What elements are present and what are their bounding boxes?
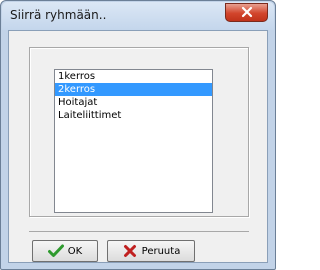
window-title: Siirrä ryhmään.. xyxy=(10,8,107,22)
close-icon xyxy=(241,3,253,22)
dialog-window: Siirrä ryhmään.. 1kerros 2kerros Hoitaja… xyxy=(0,0,276,270)
cancel-button-label: Peruuta xyxy=(141,245,181,257)
button-panel: OK Peruuta xyxy=(29,231,249,262)
checkmark-icon xyxy=(47,243,64,259)
group-listbox[interactable]: 1kerros 2kerros Hoitajat Laiteliittimet xyxy=(54,69,213,213)
ok-button[interactable]: OK xyxy=(32,240,98,262)
list-item-laiteliittimet[interactable]: Laiteliittimet xyxy=(55,109,212,122)
list-item-2kerros[interactable]: 2kerros xyxy=(55,83,212,96)
x-icon xyxy=(122,243,138,259)
group-box: 1kerros 2kerros Hoitajat Laiteliittimet xyxy=(29,47,249,217)
cancel-button[interactable]: Peruuta xyxy=(107,240,195,262)
list-item-hoitajat[interactable]: Hoitajat xyxy=(55,96,212,109)
close-button[interactable] xyxy=(225,3,268,22)
title-bar[interactable]: Siirrä ryhmään.. xyxy=(2,2,274,30)
ok-button-label: OK xyxy=(67,245,83,257)
dialog-body: 1kerros 2kerros Hoitajat Laiteliittimet … xyxy=(8,30,268,263)
list-item-1kerros[interactable]: 1kerros xyxy=(55,70,212,83)
